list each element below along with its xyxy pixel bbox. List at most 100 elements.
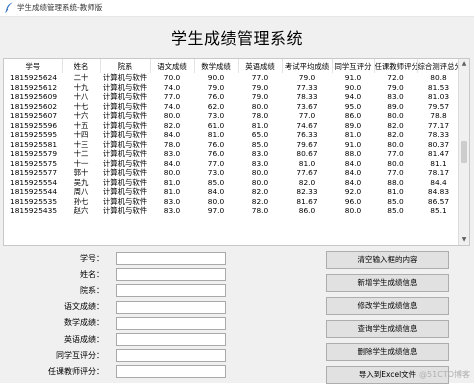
table-body: 1815925624 二十 计算机与软件 70.0 90.0 77.0 79.0 91.0 72…	[4, 73, 460, 216]
table-cell: 80.0	[163, 111, 181, 121]
table-cell: 77.67	[296, 168, 318, 178]
table-row[interactable]: 1815925602 十七 计算机与软件 74.0 62.0 80.0 73.67 95.0 8…	[4, 102, 460, 112]
column-header[interactable]: 任课教师评分	[374, 59, 418, 73]
edit-score-button[interactable]: 修改学生成绩信息	[326, 297, 449, 315]
table-cell: 86.0	[344, 111, 362, 121]
table-cell: 计算机与软件	[102, 92, 148, 102]
table-cell: 84.83	[427, 187, 450, 197]
table-cell: 77.0	[251, 73, 269, 83]
table-row[interactable]: 1815925435 赵六 计算机与软件 83.0 97.0 78.0 86.0 80.0 85…	[4, 206, 460, 216]
student-id-input[interactable]	[116, 252, 226, 265]
clear-inputs-button[interactable]: 清空输入框的内容	[326, 251, 449, 269]
table-cell: 82.0	[298, 177, 316, 187]
table-cell: 84.0	[344, 177, 362, 187]
teacher-score-input[interactable]	[116, 365, 226, 379]
column-header[interactable]: 姓名	[62, 59, 101, 73]
table-cell: 76.33	[296, 130, 318, 140]
table-vertical-scrollbar[interactable]: ▲ ▼	[458, 59, 469, 245]
table-cell: 82.0	[387, 120, 404, 130]
table-row[interactable]: 1815925607 十六 计算机与软件 80.0 73.0 78.0 77.0 86.0 80…	[4, 111, 460, 121]
column-header[interactable]: 考试平均成绩	[282, 59, 333, 73]
table-cell: 86.0	[298, 206, 316, 216]
table-cell: 73.0	[207, 168, 225, 178]
table-cell: 74.0	[163, 82, 181, 92]
column-header[interactable]: 院系	[100, 59, 151, 73]
student-score-table[interactable]: 学号 姓名 院系 语文成绩 数学成绩 英语成绩 考试平均成绩 同学互评分 任课教师评分 综合测评总…	[3, 58, 470, 246]
table-cell: 73.0	[207, 111, 225, 121]
table-cell: 1815925596	[10, 120, 58, 130]
table-cell: 计算机与软件	[102, 168, 148, 178]
scrollbar-thumb[interactable]	[461, 141, 467, 163]
table-cell: 77.0	[163, 92, 181, 102]
table-cell: 82.0	[251, 196, 269, 206]
table-cell: 81.67	[296, 196, 318, 206]
table-cell: 88.0	[344, 149, 362, 159]
table-cell: 80.0	[344, 206, 362, 216]
table-cell: 85.0	[387, 206, 404, 216]
chevron-up-icon[interactable]: ▲	[459, 59, 469, 69]
table-row[interactable]: 1815925581 十三 计算机与软件 78.0 76.0 85.0 79.67 91.0 8…	[4, 140, 460, 150]
table-cell: 84.0	[207, 187, 225, 197]
table-cell: 81.0	[163, 187, 181, 197]
table-cell: 计算机与软件	[102, 120, 148, 130]
table-cell: 计算机与软件	[102, 101, 148, 111]
table-cell: 计算机与软件	[102, 73, 148, 83]
table-cell: 1815925607	[10, 111, 58, 121]
table-cell: 1815925577	[10, 168, 58, 178]
table-cell: 二十	[73, 73, 89, 83]
column-header[interactable]: 综合测评总分	[417, 59, 461, 73]
add-score-button[interactable]: 新增学生成绩信息	[326, 274, 449, 292]
table-cell: 85.0	[251, 139, 269, 149]
table-cell: 70.0	[163, 73, 181, 83]
column-header[interactable]: 数学成绩	[194, 59, 239, 73]
table-row[interactable]: 1815925554 吴九 计算机与软件 81.0 85.0 80.0 82.0 84.0 88…	[4, 178, 460, 188]
table-cell: 80.0	[387, 139, 404, 149]
table-cell: 80.0	[163, 168, 181, 178]
table-cell: 计算机与软件	[102, 177, 148, 187]
name-input[interactable]	[116, 268, 226, 282]
table-cell: 91.0	[344, 139, 362, 149]
chinese-score-input[interactable]	[116, 300, 226, 314]
peer-score-input[interactable]	[116, 349, 226, 363]
chevron-down-icon[interactable]: ▼	[459, 235, 469, 245]
math-score-input[interactable]	[116, 316, 226, 330]
table-cell: 十八	[73, 92, 89, 102]
table-cell: 吴九	[73, 177, 89, 187]
table-cell: 计算机与软件	[102, 139, 148, 149]
table-cell: 79.67	[296, 139, 318, 149]
table-row[interactable]: 1815925535 孙七 计算机与软件 83.0 80.0 82.0 81.67 96.0 8…	[4, 197, 460, 207]
table-row[interactable]: 1815925624 二十 计算机与软件 70.0 90.0 77.0 79.0 91.0 72…	[4, 73, 460, 83]
column-header[interactable]: 英语成绩	[238, 59, 283, 73]
table-cell: 83.0	[251, 158, 269, 168]
column-header[interactable]: 语文成绩	[150, 59, 195, 73]
score-grid: 学号 姓名 院系 语文成绩 数学成绩 英语成绩 考试平均成绩 同学互评分 任课教师评分 综合测评总…	[4, 59, 461, 216]
table-row[interactable]: 1815925609 十八 计算机与软件 77.0 76.0 79.0 78.33 94.0 8…	[4, 92, 460, 102]
table-cell: 78.8	[430, 111, 447, 121]
table-cell: 计算机与软件	[102, 130, 148, 140]
table-row[interactable]: 1815925612 十九 计算机与软件 74.0 79.0 79.0 77.33 90.0 7…	[4, 83, 460, 93]
table-row[interactable]: 1815925595 十四 计算机与软件 84.0 81.0 65.0 76.33 81.0 8…	[4, 130, 460, 140]
department-input[interactable]	[116, 284, 226, 298]
english-score-input[interactable]	[116, 333, 226, 346]
table-cell: 周八	[73, 187, 89, 197]
table-cell: 73.67	[296, 101, 318, 111]
table-cell: 83.0	[387, 92, 404, 102]
delete-score-button[interactable]: 删除学生成绩信息	[326, 343, 449, 361]
table-row[interactable]: 1815925575 十一 计算机与软件 84.0 77.0 83.0 81.0 84.0 80…	[4, 159, 460, 169]
query-score-button[interactable]: 查询学生成绩信息	[326, 320, 449, 338]
table-cell: 83.0	[251, 149, 269, 159]
column-header[interactable]: 学号	[4, 59, 63, 73]
table-row[interactable]: 1815925596 十五 计算机与软件 82.0 61.0 81.0 74.67 89.0 8…	[4, 121, 460, 131]
table-cell: 76.0	[207, 92, 225, 102]
table-cell: 计算机与软件	[102, 149, 148, 159]
table-row[interactable]: 1815925544 周八 计算机与软件 81.0 84.0 82.0 82.33 92.0 8…	[4, 187, 460, 197]
column-header[interactable]: 同学互评分	[332, 59, 375, 73]
table-cell: 十六	[73, 111, 89, 121]
table-cell: 90.0	[344, 82, 362, 92]
table-cell: 计算机与软件	[102, 111, 148, 121]
table-row[interactable]: 1815925579 十二 计算机与软件 83.0 76.0 83.0 80.67 88.0 7…	[4, 149, 460, 159]
english-score-label: 英语成绩：	[64, 334, 104, 344]
table-cell: 86.57	[427, 196, 450, 206]
table-cell: 81.0	[387, 187, 404, 197]
table-row[interactable]: 1815925577 郭十 计算机与软件 80.0 73.0 80.0 77.67 84.0 7…	[4, 168, 460, 178]
